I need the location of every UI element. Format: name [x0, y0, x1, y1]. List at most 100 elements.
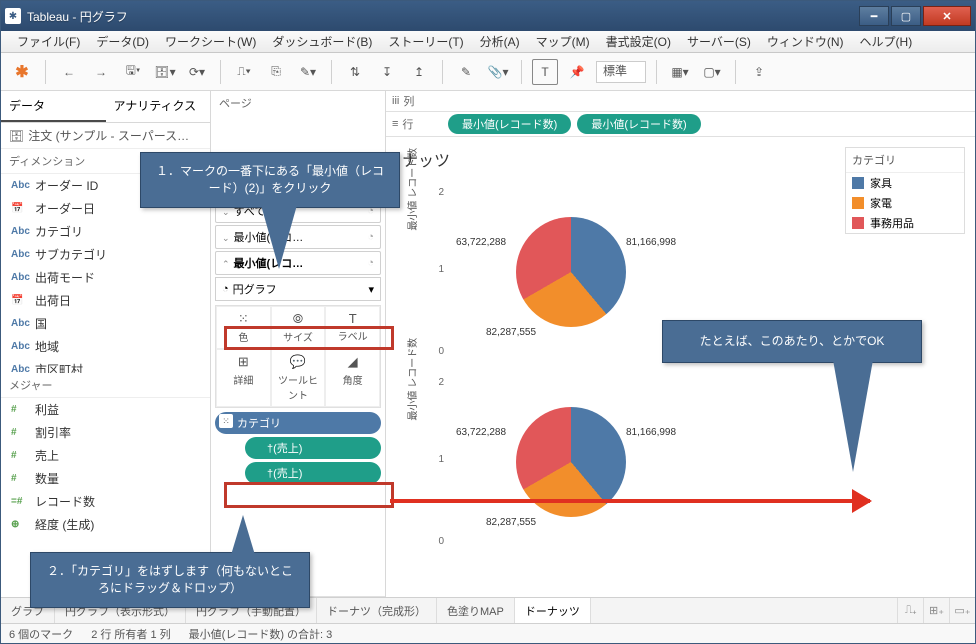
dimension-header: ディメンション	[9, 153, 85, 169]
legend-item[interactable]: 家具	[846, 173, 964, 193]
menu-file[interactable]: ファイル(F)	[9, 31, 88, 52]
legend-item[interactable]: 事務用品	[846, 213, 964, 233]
marks-record-2[interactable]: ⌃最小値(レコ…◔	[215, 251, 381, 275]
forward-button[interactable]: →	[88, 59, 114, 85]
menu-server[interactable]: サーバー(S)	[679, 31, 759, 52]
data-source[interactable]: 🗄 注文 (サンプル - スーパース…	[1, 123, 210, 149]
pie-icon: ◔	[222, 283, 229, 295]
group-button[interactable]: 📎▾	[485, 59, 511, 85]
marks-record-1[interactable]: ⌄最小値(レコ…◔	[215, 225, 381, 249]
status-rows: 2 行 所有者 1 列	[91, 626, 170, 642]
pages-shelf-title: ページ	[211, 91, 385, 115]
mark-color-button[interactable]: ⁙色	[216, 306, 271, 349]
fit-selector[interactable]: 標準	[596, 61, 646, 83]
menu-help[interactable]: ヘルプ(H)	[852, 31, 921, 52]
back-button[interactable]: ←	[56, 59, 82, 85]
dimension-field[interactable]: Abc市区町村	[1, 358, 210, 373]
mark-size-button[interactable]: ⦾サイズ	[271, 306, 326, 349]
window-close-button[interactable]: ✕	[923, 6, 971, 26]
status-sum: 最小値(レコード数) の合計: 3	[189, 626, 333, 642]
save-button[interactable]: 🖫▾	[120, 59, 146, 85]
showme-button[interactable]: ▦▾	[667, 59, 693, 85]
pie-1[interactable]	[516, 217, 626, 327]
window-maximize-button[interactable]: ▢	[891, 6, 921, 26]
measure-field[interactable]: #数量	[1, 467, 210, 490]
pill-sales-1[interactable]: †(売上)	[245, 437, 381, 459]
measure-header: メジャー	[9, 377, 52, 393]
tab-data[interactable]: データ	[1, 91, 106, 122]
dimension-field[interactable]: Abcサブカテゴリ	[1, 243, 210, 266]
legend-item[interactable]: 家電	[846, 193, 964, 213]
measure-field[interactable]: =#レコード数	[1, 490, 210, 513]
new-sheet-button[interactable]: ⎍₊	[897, 598, 923, 623]
rows-icon: ≡	[392, 118, 398, 130]
window-title: Tableau - 円グラフ	[27, 8, 859, 25]
pie-chart-2[interactable]: 最小値 レコード数 210 81,166,998 82,287,555 63,7…	[426, 367, 806, 557]
mark-detail-button[interactable]: ⊞詳細	[216, 349, 271, 407]
y-axis-label-2: 最小値 レコード数	[404, 338, 419, 421]
mark-label-button[interactable]: Tラベル	[325, 306, 380, 349]
label-b2: 82,287,555	[486, 517, 536, 528]
duplicate-button[interactable]: ⎘	[263, 59, 289, 85]
menu-worksheet[interactable]: ワークシート(W)	[157, 31, 264, 52]
measure-field[interactable]: #売上	[1, 444, 210, 467]
annotation-3: たとえば、このあたり、とかでOK	[662, 320, 922, 363]
dimension-field[interactable]: Abc地域	[1, 335, 210, 358]
rows-pill-1[interactable]: 最小値(レコード数)	[448, 114, 571, 134]
color-legend[interactable]: カテゴリ 家具家電事務用品	[845, 147, 965, 234]
menu-window[interactable]: ウィンドウ(N)	[759, 31, 852, 52]
label-a2: 81,166,998	[626, 427, 676, 438]
tab-analytics[interactable]: アナリティクス	[106, 91, 211, 122]
new-worksheet-button[interactable]: ⎍▾	[231, 59, 257, 85]
refresh-button[interactable]: ⟳▾	[184, 59, 210, 85]
status-bar: 6 個のマーク 2 行 所有者 1 列 最小値(レコード数) の合計: 3	[1, 623, 975, 643]
presentation-button[interactable]: ▢▾	[699, 59, 725, 85]
mark-type-selector[interactable]: ◔円グラフ▾	[215, 277, 381, 301]
columns-icon: iii	[392, 95, 399, 107]
window-titlebar: ✱ Tableau - 円グラフ ━ ▢ ✕	[1, 1, 975, 31]
menu-dashboard[interactable]: ダッシュボード(B)	[264, 31, 380, 52]
label-a1: 81,166,998	[626, 237, 676, 248]
window-minimize-button[interactable]: ━	[859, 6, 889, 26]
measure-field[interactable]: ⊕経度 (生成)	[1, 513, 210, 536]
columns-shelf[interactable]: iii列	[386, 91, 975, 112]
rows-pill-2[interactable]: 最小値(レコード数)	[577, 114, 700, 134]
mark-tooltip-button[interactable]: 💬ツールヒント	[271, 349, 326, 407]
pill-sales-2[interactable]: †(売上)	[245, 462, 381, 484]
label-toggle-button[interactable]: T	[532, 59, 558, 85]
measure-field[interactable]: #割引率	[1, 421, 210, 444]
highlight-button[interactable]: ✎	[453, 59, 479, 85]
rows-shelf[interactable]: ≡行 最小値(レコード数) 最小値(レコード数)	[386, 112, 975, 137]
sheet-tab-4[interactable]: 色塗りMAP	[437, 598, 515, 623]
sort-desc-button[interactable]: ↥	[406, 59, 432, 85]
new-story-button[interactable]: ▭₊	[949, 598, 975, 623]
measure-field[interactable]: #利益	[1, 398, 210, 421]
dimension-field[interactable]: 📅出荷日	[1, 289, 210, 312]
swap-button[interactable]: ⇅	[342, 59, 368, 85]
sort-asc-button[interactable]: ↧	[374, 59, 400, 85]
sheet-tab-3[interactable]: ドーナツ（完成形）	[317, 598, 437, 623]
marks-properties: ⁙色 ⦾サイズ Tラベル ⊞詳細 💬ツールヒント ◢角度	[215, 305, 381, 408]
clear-button[interactable]: ✎▾	[295, 59, 321, 85]
dimension-field[interactable]: Abc国	[1, 312, 210, 335]
menu-data[interactable]: データ(D)	[88, 31, 157, 52]
toolbar: ✱ ← → 🖫▾ 🗄▾ ⟳▾ ⎍▾ ⎘ ✎▾ ⇅ ↧ ↥ ✎ 📎▾ T 📌 標準…	[1, 53, 975, 91]
tableau-icon[interactable]: ✱	[9, 59, 35, 85]
pin-button[interactable]: 📌	[564, 59, 590, 85]
y-axis-label-1: 最小値 レコード数	[404, 148, 419, 231]
color-icon: ⁙	[219, 414, 233, 428]
mark-angle-button[interactable]: ◢角度	[325, 349, 380, 407]
menu-story[interactable]: ストーリー(T)	[380, 31, 471, 52]
menu-map[interactable]: マップ(M)	[528, 31, 598, 52]
dimension-field[interactable]: Abcカテゴリ	[1, 220, 210, 243]
sheet-tab-5[interactable]: ドーナッツ	[515, 598, 591, 623]
menu-analysis[interactable]: 分析(A)	[472, 31, 528, 52]
dimension-field[interactable]: Abc出荷モード	[1, 266, 210, 289]
new-dashboard-button[interactable]: ⊞₊	[923, 598, 949, 623]
new-datasource-button[interactable]: 🗄▾	[152, 59, 178, 85]
pill-category[interactable]: ⁙カテゴリ	[215, 412, 381, 434]
menu-format[interactable]: 書式設定(O)	[598, 31, 679, 52]
legend-title: カテゴリ	[846, 148, 964, 173]
share-button[interactable]: ⇪	[746, 59, 772, 85]
y-ticks-2: 210	[426, 377, 446, 547]
